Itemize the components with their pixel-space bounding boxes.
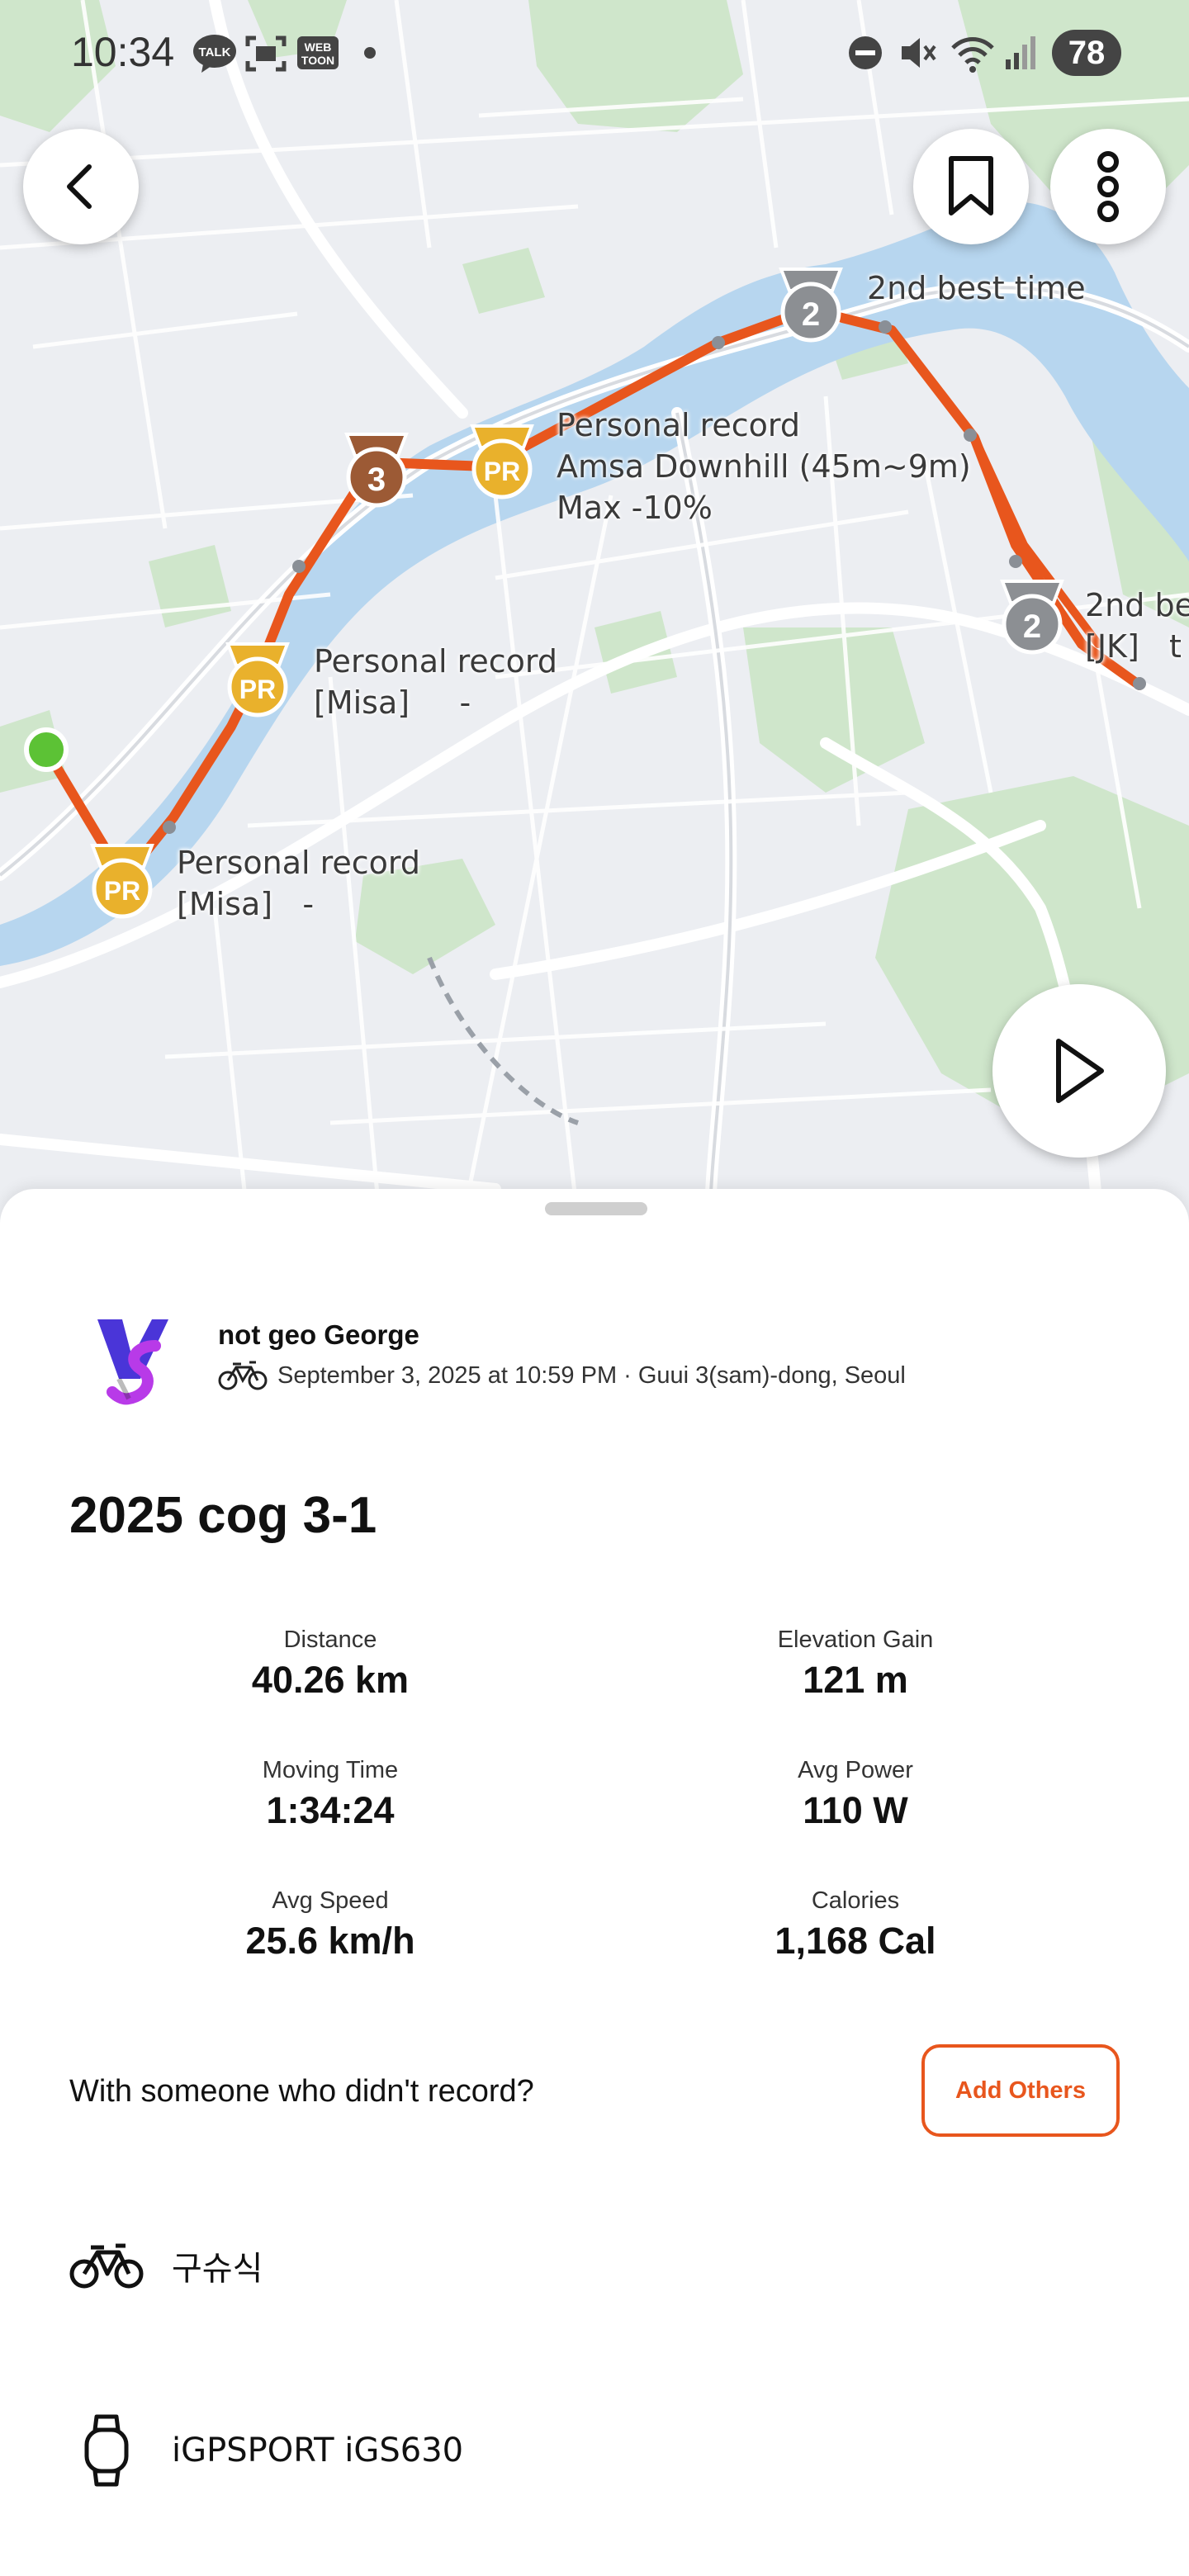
webtoon-icon: WEB TOON xyxy=(297,36,339,69)
pr-medal-marker[interactable]: PR xyxy=(221,641,294,724)
stat-avg-power: Avg Power 110 W xyxy=(591,1757,1120,1832)
svg-text:PR: PR xyxy=(104,876,140,906)
activity-meta: September 3, 2025 at 10:59 PM · Guui 3(s… xyxy=(218,1359,906,1392)
stat-value: 110 W xyxy=(803,1789,908,1831)
athlete-name[interactable]: not geo George xyxy=(218,1319,419,1351)
save-route-button[interactable] xyxy=(913,129,1029,244)
chevron-left-icon xyxy=(67,164,92,209)
more-options-button[interactable] xyxy=(1050,129,1166,244)
stat-value: 1:34:24 xyxy=(266,1789,395,1831)
more-vertical-icon xyxy=(1097,151,1119,222)
map-label-pr-misa: Personal record [Misa] - xyxy=(177,845,421,922)
play-icon xyxy=(1056,1039,1104,1103)
stat-moving-time: Moving Time 1:34:24 xyxy=(66,1757,594,1832)
stat-distance: Distance 40.26 km xyxy=(66,1627,594,1702)
status-bar: 10:34 TALK WEB TOON 78 xyxy=(0,25,1189,91)
third-place-medal-marker[interactable]: 3 xyxy=(340,431,413,514)
map-label-pr-misa: Personal record [Misa] - xyxy=(314,643,558,721)
stat-elevation-gain: Elevation Gain 121 m xyxy=(591,1627,1120,1702)
stat-calories: Calories 1,168 Cal xyxy=(591,1887,1120,1963)
wifi-icon xyxy=(951,37,994,73)
screenshot-icon xyxy=(245,36,287,72)
stat-value: 25.6 km/h xyxy=(245,1920,415,1962)
stat-value: 121 m xyxy=(803,1659,908,1701)
svg-text:3: 3 xyxy=(367,462,386,498)
do-not-disturb-icon xyxy=(849,36,882,69)
watch-icon xyxy=(69,2413,144,2488)
mute-icon xyxy=(902,38,936,68)
stat-avg-speed: Avg Speed 25.6 km/h xyxy=(66,1887,594,1963)
bike-name: 구슈식 xyxy=(172,2250,263,2288)
add-others-button[interactable]: Add Others xyxy=(921,2044,1120,2137)
bike-icon xyxy=(218,1361,268,1390)
stat-label: Avg Speed xyxy=(272,1887,389,1914)
svg-text:WEB: WEB xyxy=(305,40,332,54)
map-label-second-best-cropped: 2nd be [JK] t xyxy=(1085,587,1189,665)
sheet-drag-handle[interactable] xyxy=(545,1202,647,1215)
svg-text:TOON: TOON xyxy=(301,54,334,67)
stat-label: Moving Time xyxy=(262,1757,399,1783)
stat-label: Avg Power xyxy=(798,1757,913,1783)
route-map[interactable]: 10:34 TALK WEB TOON 78 2 2 3 PR PR PR 2n… xyxy=(0,0,1189,1222)
status-time: 10:34 xyxy=(71,29,175,75)
svg-text:PR: PR xyxy=(239,675,276,704)
stat-label: Elevation Gain xyxy=(777,1627,934,1653)
map-label-second-best: 2nd best time xyxy=(867,270,1086,306)
battery-indicator: 78 xyxy=(1052,30,1121,76)
pr-medal-marker[interactable]: PR xyxy=(466,423,538,506)
activity-sheet: not geo George September 3, 2025 at 10:5… xyxy=(0,1189,1189,2576)
map-label-pr-amsa: Personal record Amsa Downhill (45m~9m) M… xyxy=(557,407,971,526)
stat-value: 1,168 Cal xyxy=(775,1920,936,1962)
svg-text:2: 2 xyxy=(802,296,820,333)
talk-icon: TALK xyxy=(193,35,236,73)
second-place-medal-marker[interactable]: 2 xyxy=(996,578,1068,661)
svg-text:2: 2 xyxy=(1023,608,1041,645)
avatar[interactable] xyxy=(86,1313,185,1412)
gear-bike-row[interactable]: 구슈식 xyxy=(69,2224,1143,2307)
activity-title: 2025 cog 3-1 xyxy=(69,1487,377,1544)
back-button[interactable] xyxy=(23,129,139,244)
bike-icon xyxy=(69,2228,144,2303)
svg-text:PR: PR xyxy=(484,457,520,486)
gear-device-row[interactable]: iGPSPORT iGS630 xyxy=(69,2409,1143,2492)
notification-dot-icon xyxy=(364,47,376,59)
pr-medal-marker[interactable]: PR xyxy=(86,842,159,926)
svg-text:TALK: TALK xyxy=(199,45,231,59)
stat-label: Distance xyxy=(283,1627,377,1653)
add-others-prompt: With someone who didn't record? xyxy=(69,2074,534,2109)
second-place-medal-marker[interactable]: 2 xyxy=(775,266,847,349)
activity-meta-text: September 3, 2025 at 10:59 PM · Guui 3(s… xyxy=(277,1361,906,1389)
play-flyover-button[interactable] xyxy=(992,984,1166,1158)
bookmark-icon xyxy=(949,156,993,215)
device-name: iGPSPORT iGS630 xyxy=(172,2432,464,2469)
signal-icon xyxy=(1006,36,1035,69)
athlete-header[interactable]: not geo George September 3, 2025 at 10:5… xyxy=(69,1313,1143,1412)
stat-label: Calories xyxy=(811,1887,900,1914)
stat-value: 40.26 km xyxy=(251,1659,410,1701)
